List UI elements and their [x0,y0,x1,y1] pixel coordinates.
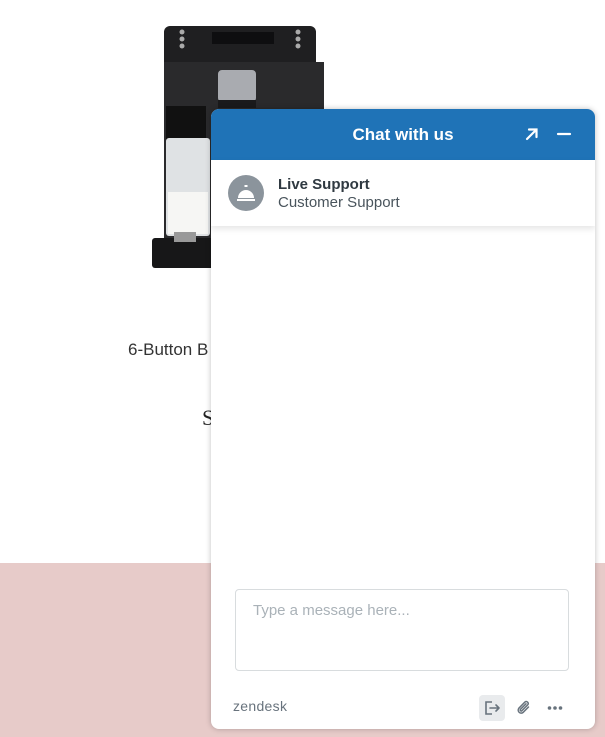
popout-button[interactable] [521,123,543,145]
zendesk-logo[interactable]: zendesk [233,698,287,714]
chat-footer: zendesk [211,685,595,729]
message-box [235,589,569,671]
minimize-button[interactable] [553,123,575,145]
end-chat-icon [485,701,500,715]
ellipsis-icon [547,706,563,710]
chat-header: Chat with us [211,109,595,160]
agent-name: Live Support [278,175,370,193]
paperclip-icon [517,700,530,714]
minus-icon [556,132,572,136]
end-chat-button[interactable] [479,695,505,721]
concierge-bell-icon [237,185,255,201]
avatar [228,175,264,211]
chat-widget: Chat with us Live Support Customer Suppo… [211,109,595,729]
more-options-button[interactable] [542,695,568,721]
chat-title: Chat with us [352,124,454,144]
message-input[interactable] [236,590,568,670]
product-name[interactable]: 6-Button B [128,340,208,360]
arrow-up-right-icon [525,128,538,141]
attach-button[interactable] [511,695,537,721]
agent-role: Customer Support [278,193,400,211]
agent-info: Live Support Customer Support [211,160,595,226]
